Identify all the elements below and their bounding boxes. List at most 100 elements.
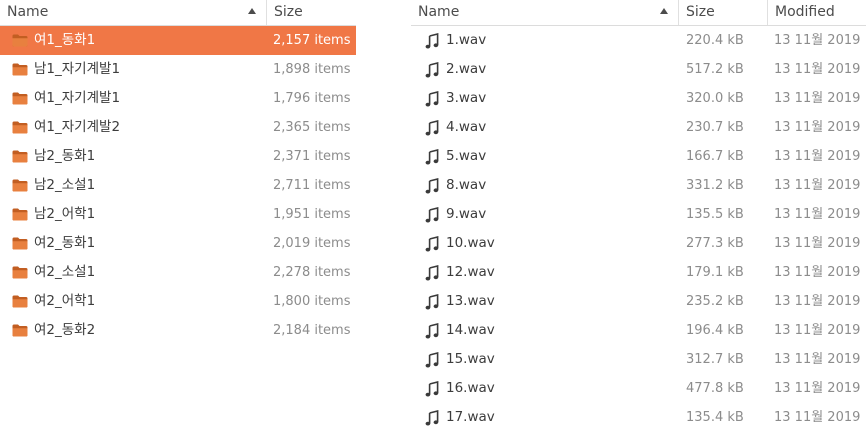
file-size: 477.8 kB	[686, 381, 744, 396]
audio-file-icon	[425, 90, 439, 107]
file-size: 220.4 kB	[686, 33, 744, 48]
size-column-label: Size	[274, 4, 303, 20]
file-size: 277.3 kB	[686, 236, 744, 251]
file-modified-date: 13 11월 2019	[774, 207, 861, 222]
folder-item-count: 2,278 items	[273, 265, 351, 280]
folder-row[interactable]: 여2_동화2 2,184 items	[0, 316, 356, 345]
audio-file-icon	[425, 177, 439, 194]
folder-name: 여1_자기계발1	[34, 90, 121, 106]
file-modified-date: 13 11월 2019	[774, 178, 861, 193]
file-row[interactable]: 10.wav 277.3 kB 13 11월 2019	[411, 229, 866, 258]
file-row[interactable]: 1.wav 220.4 kB 13 11월 2019	[411, 26, 866, 55]
name-column-label: Name	[418, 4, 460, 20]
modified-column-header[interactable]: Modified	[768, 0, 866, 25]
folder-row[interactable]: 여2_동화1 2,019 items	[0, 229, 356, 258]
audio-file-icon	[425, 351, 439, 368]
file-modified-date: 13 11월 2019	[774, 62, 861, 77]
file-size: 230.7 kB	[686, 120, 744, 135]
audio-file-icon	[425, 293, 439, 310]
folder-row[interactable]: 남2_동화1 2,371 items	[0, 142, 356, 171]
folder-row[interactable]: 남2_소설1 2,711 items	[0, 171, 356, 200]
file-name: 8.wav	[446, 177, 487, 193]
file-name: 15.wav	[446, 351, 495, 367]
file-name: 4.wav	[446, 119, 487, 135]
file-name: 16.wav	[446, 380, 495, 396]
file-row[interactable]: 14.wav 196.4 kB 13 11월 2019	[411, 316, 866, 345]
sort-ascending-icon	[248, 8, 256, 14]
file-name: 1.wav	[446, 32, 487, 48]
file-size: 320.0 kB	[686, 91, 744, 106]
file-name: 12.wav	[446, 264, 495, 280]
folder-list-pane: Name Size 여1_동화1 2,157 items 남1_자기계발1 1,898…	[0, 0, 356, 434]
file-name: 17.wav	[446, 409, 495, 425]
folder-name: 여2_소설1	[34, 264, 96, 280]
file-list-header: Name Size Modified	[411, 0, 866, 26]
folder-item-count: 1,796 items	[273, 91, 351, 106]
folder-item-count: 2,184 items	[273, 323, 351, 338]
folder-item-count: 2,365 items	[273, 120, 351, 135]
size-column-header[interactable]: Size	[267, 0, 356, 25]
name-column-header[interactable]: Name	[411, 0, 678, 25]
folder-row[interactable]: 여1_자기계발1 1,796 items	[0, 84, 356, 113]
file-modified-date: 13 11월 2019	[774, 33, 861, 48]
folder-name: 여1_동화1	[34, 32, 96, 48]
folder-name: 남2_소설1	[34, 177, 96, 193]
file-name: 14.wav	[446, 322, 495, 338]
folder-name: 남1_자기계발1	[34, 61, 121, 77]
folder-item-count: 1,898 items	[273, 62, 351, 77]
file-row[interactable]: 5.wav 166.7 kB 13 11월 2019	[411, 142, 866, 171]
folder-icon	[12, 34, 28, 47]
file-row[interactable]: 4.wav 230.7 kB 13 11월 2019	[411, 113, 866, 142]
folder-item-count: 1,800 items	[273, 294, 351, 309]
name-column-header[interactable]: Name	[0, 0, 266, 25]
folder-list-header: Name Size	[0, 0, 356, 26]
file-row[interactable]: 15.wav 312.7 kB 13 11월 2019	[411, 345, 866, 374]
file-row[interactable]: 13.wav 235.2 kB 13 11월 2019	[411, 287, 866, 316]
audio-file-icon	[425, 409, 439, 426]
folder-item-count: 2,019 items	[273, 236, 351, 251]
file-modified-date: 13 11월 2019	[774, 91, 861, 106]
audio-file-icon	[425, 119, 439, 136]
audio-file-icon	[425, 61, 439, 78]
size-column-label: Size	[686, 4, 715, 20]
folder-item-count: 1,951 items	[273, 207, 351, 222]
folder-icon	[12, 150, 28, 163]
audio-file-icon	[425, 322, 439, 339]
file-size: 235.2 kB	[686, 294, 744, 309]
folder-icon	[12, 121, 28, 134]
file-name: 13.wav	[446, 293, 495, 309]
audio-file-icon	[425, 235, 439, 252]
file-row[interactable]: 12.wav 179.1 kB 13 11월 2019	[411, 258, 866, 287]
folder-icon	[12, 208, 28, 221]
folder-item-count: 2,157 items	[273, 33, 351, 48]
file-size: 312.7 kB	[686, 352, 744, 367]
folder-row[interactable]: 남1_자기계발1 1,898 items	[0, 55, 356, 84]
file-modified-date: 13 11월 2019	[774, 120, 861, 135]
folder-icon	[12, 179, 28, 192]
file-row[interactable]: 8.wav 331.2 kB 13 11월 2019	[411, 171, 866, 200]
audio-file-icon	[425, 380, 439, 397]
file-modified-date: 13 11월 2019	[774, 323, 861, 338]
folder-name: 여2_동화2	[34, 322, 96, 338]
folder-row[interactable]: 남2_어학1 1,951 items	[0, 200, 356, 229]
folder-row[interactable]: 여1_자기계발2 2,365 items	[0, 113, 356, 142]
file-row[interactable]: 9.wav 135.5 kB 13 11월 2019	[411, 200, 866, 229]
file-row[interactable]: 3.wav 320.0 kB 13 11월 2019	[411, 84, 866, 113]
file-modified-date: 13 11월 2019	[774, 352, 861, 367]
file-row[interactable]: 16.wav 477.8 kB 13 11월 2019	[411, 374, 866, 403]
folder-icon	[12, 237, 28, 250]
size-column-header[interactable]: Size	[679, 0, 767, 25]
file-modified-date: 13 11월 2019	[774, 265, 861, 280]
file-name: 9.wav	[446, 206, 487, 222]
file-size: 135.5 kB	[686, 207, 744, 222]
folder-row[interactable]: 여2_어학1 1,800 items	[0, 287, 356, 316]
name-column-label: Name	[7, 4, 49, 20]
folder-row[interactable]: 여1_동화1 2,157 items	[0, 26, 356, 55]
file-size: 517.2 kB	[686, 62, 744, 77]
file-modified-date: 13 11월 2019	[774, 149, 861, 164]
file-row[interactable]: 17.wav 135.4 kB 13 11월 2019	[411, 403, 866, 432]
file-list-pane: Name Size Modified 1.wav 220.4 kB 13 11월 2…	[411, 0, 866, 434]
file-row[interactable]: 2.wav 517.2 kB 13 11월 2019	[411, 55, 866, 84]
folder-icon	[12, 92, 28, 105]
folder-row[interactable]: 여2_소설1 2,278 items	[0, 258, 356, 287]
